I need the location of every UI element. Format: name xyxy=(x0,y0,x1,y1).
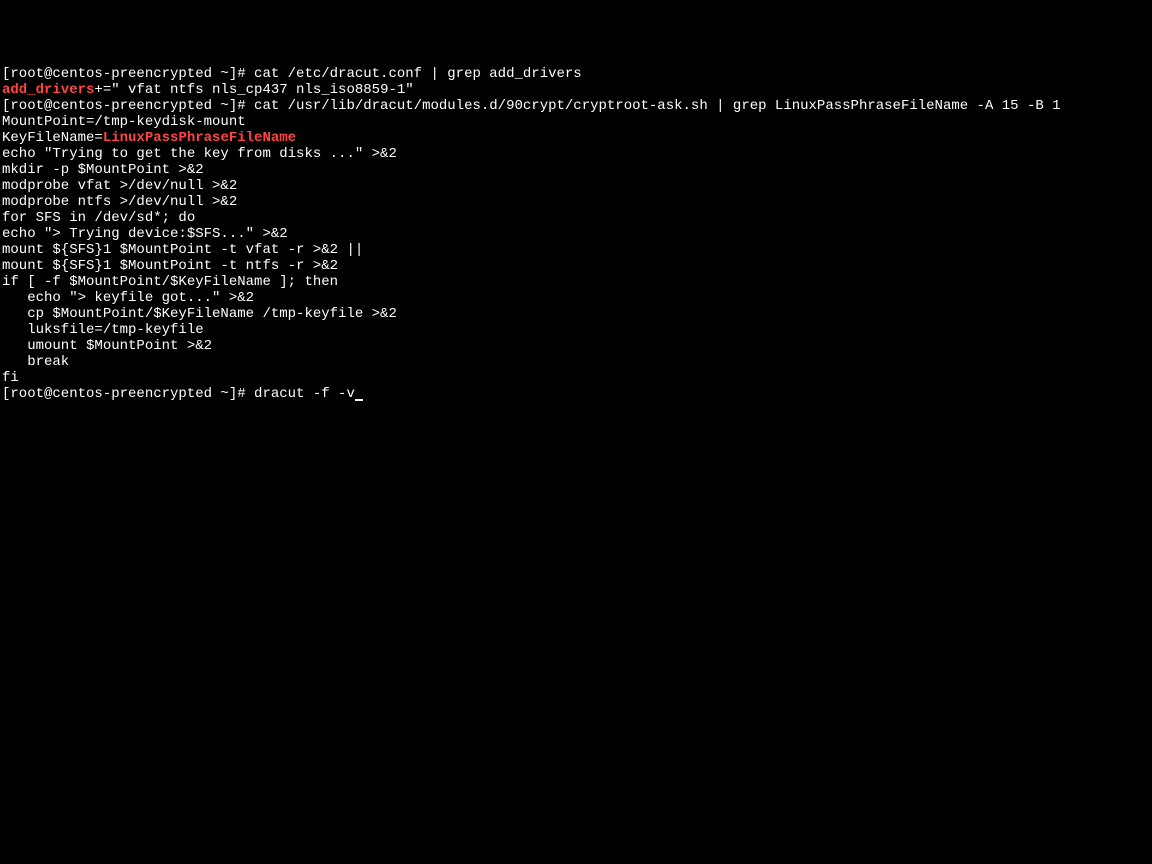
terminal-text: echo "> keyfile got..." >&2 xyxy=(2,290,254,306)
terminal-line: MountPoint=/tmp-keydisk-mount xyxy=(2,114,1150,130)
terminal-line: mount ${SFS}1 $MountPoint -t ntfs -r >&2 xyxy=(2,258,1150,274)
terminal-text: mount ${SFS}1 $MountPoint -t vfat -r >&2… xyxy=(2,242,363,258)
terminal-text: mkdir -p $MountPoint >&2 xyxy=(2,162,204,178)
terminal-text: MountPoint=/tmp-keydisk-mount xyxy=(2,114,246,130)
terminal-line: cp $MountPoint/$KeyFileName /tmp-keyfile… xyxy=(2,306,1150,322)
terminal-text: umount $MountPoint >&2 xyxy=(2,338,212,354)
terminal-text: [root@centos-preencrypted ~]# cat /etc/d… xyxy=(2,66,582,82)
terminal-line: [root@centos-preencrypted ~]# dracut -f … xyxy=(2,386,1150,402)
terminal-line: modprobe vfat >/dev/null >&2 xyxy=(2,178,1150,194)
terminal-line: if [ -f $MountPoint/$KeyFileName ]; then xyxy=(2,274,1150,290)
terminal-line: fi xyxy=(2,370,1150,386)
terminal-line: add_drivers+=" vfat ntfs nls_cp437 nls_i… xyxy=(2,82,1150,98)
terminal-text: for SFS in /dev/sd*; do xyxy=(2,210,195,226)
terminal-line: echo "Trying to get the key from disks .… xyxy=(2,146,1150,162)
terminal-line: luksfile=/tmp-keyfile xyxy=(2,322,1150,338)
terminal-text: fi xyxy=(2,370,19,386)
terminal-text: echo "> Trying device:$SFS..." >&2 xyxy=(2,226,288,242)
cursor xyxy=(355,399,363,401)
terminal-text: KeyFileName= xyxy=(2,130,103,146)
terminal-text: modprobe vfat >/dev/null >&2 xyxy=(2,178,237,194)
terminal-line: echo "> Trying device:$SFS..." >&2 xyxy=(2,226,1150,242)
terminal-text: [root@centos-preencrypted ~]# cat /usr/l… xyxy=(2,98,1061,114)
terminal-line: KeyFileName=LinuxPassPhraseFileName xyxy=(2,130,1150,146)
terminal-text: [root@centos-preencrypted ~]# dracut -f … xyxy=(2,386,355,402)
terminal-text: modprobe ntfs >/dev/null >&2 xyxy=(2,194,237,210)
grep-match: LinuxPassPhraseFileName xyxy=(103,130,296,146)
terminal-line: umount $MountPoint >&2 xyxy=(2,338,1150,354)
terminal-text: echo "Trying to get the key from disks .… xyxy=(2,146,397,162)
terminal-line: for SFS in /dev/sd*; do xyxy=(2,210,1150,226)
terminal-text: if [ -f $MountPoint/$KeyFileName ]; then xyxy=(2,274,338,290)
terminal-line: [root@centos-preencrypted ~]# cat /etc/d… xyxy=(2,66,1150,82)
terminal-text: cp $MountPoint/$KeyFileName /tmp-keyfile… xyxy=(2,306,397,322)
grep-match: add_drivers xyxy=(2,82,94,98)
terminal-text: +=" vfat ntfs nls_cp437 nls_iso8859-1" xyxy=(94,82,413,98)
terminal-line: mount ${SFS}1 $MountPoint -t vfat -r >&2… xyxy=(2,242,1150,258)
terminal-line: [root@centos-preencrypted ~]# cat /usr/l… xyxy=(2,98,1150,114)
terminal-text: luksfile=/tmp-keyfile xyxy=(2,322,204,338)
terminal-line: modprobe ntfs >/dev/null >&2 xyxy=(2,194,1150,210)
terminal-line: break xyxy=(2,354,1150,370)
terminal-output[interactable]: [root@centos-preencrypted ~]# cat /etc/d… xyxy=(2,66,1150,402)
terminal-text: break xyxy=(2,354,69,370)
terminal-text: mount ${SFS}1 $MountPoint -t ntfs -r >&2 xyxy=(2,258,338,274)
terminal-line: echo "> keyfile got..." >&2 xyxy=(2,290,1150,306)
terminal-line: mkdir -p $MountPoint >&2 xyxy=(2,162,1150,178)
